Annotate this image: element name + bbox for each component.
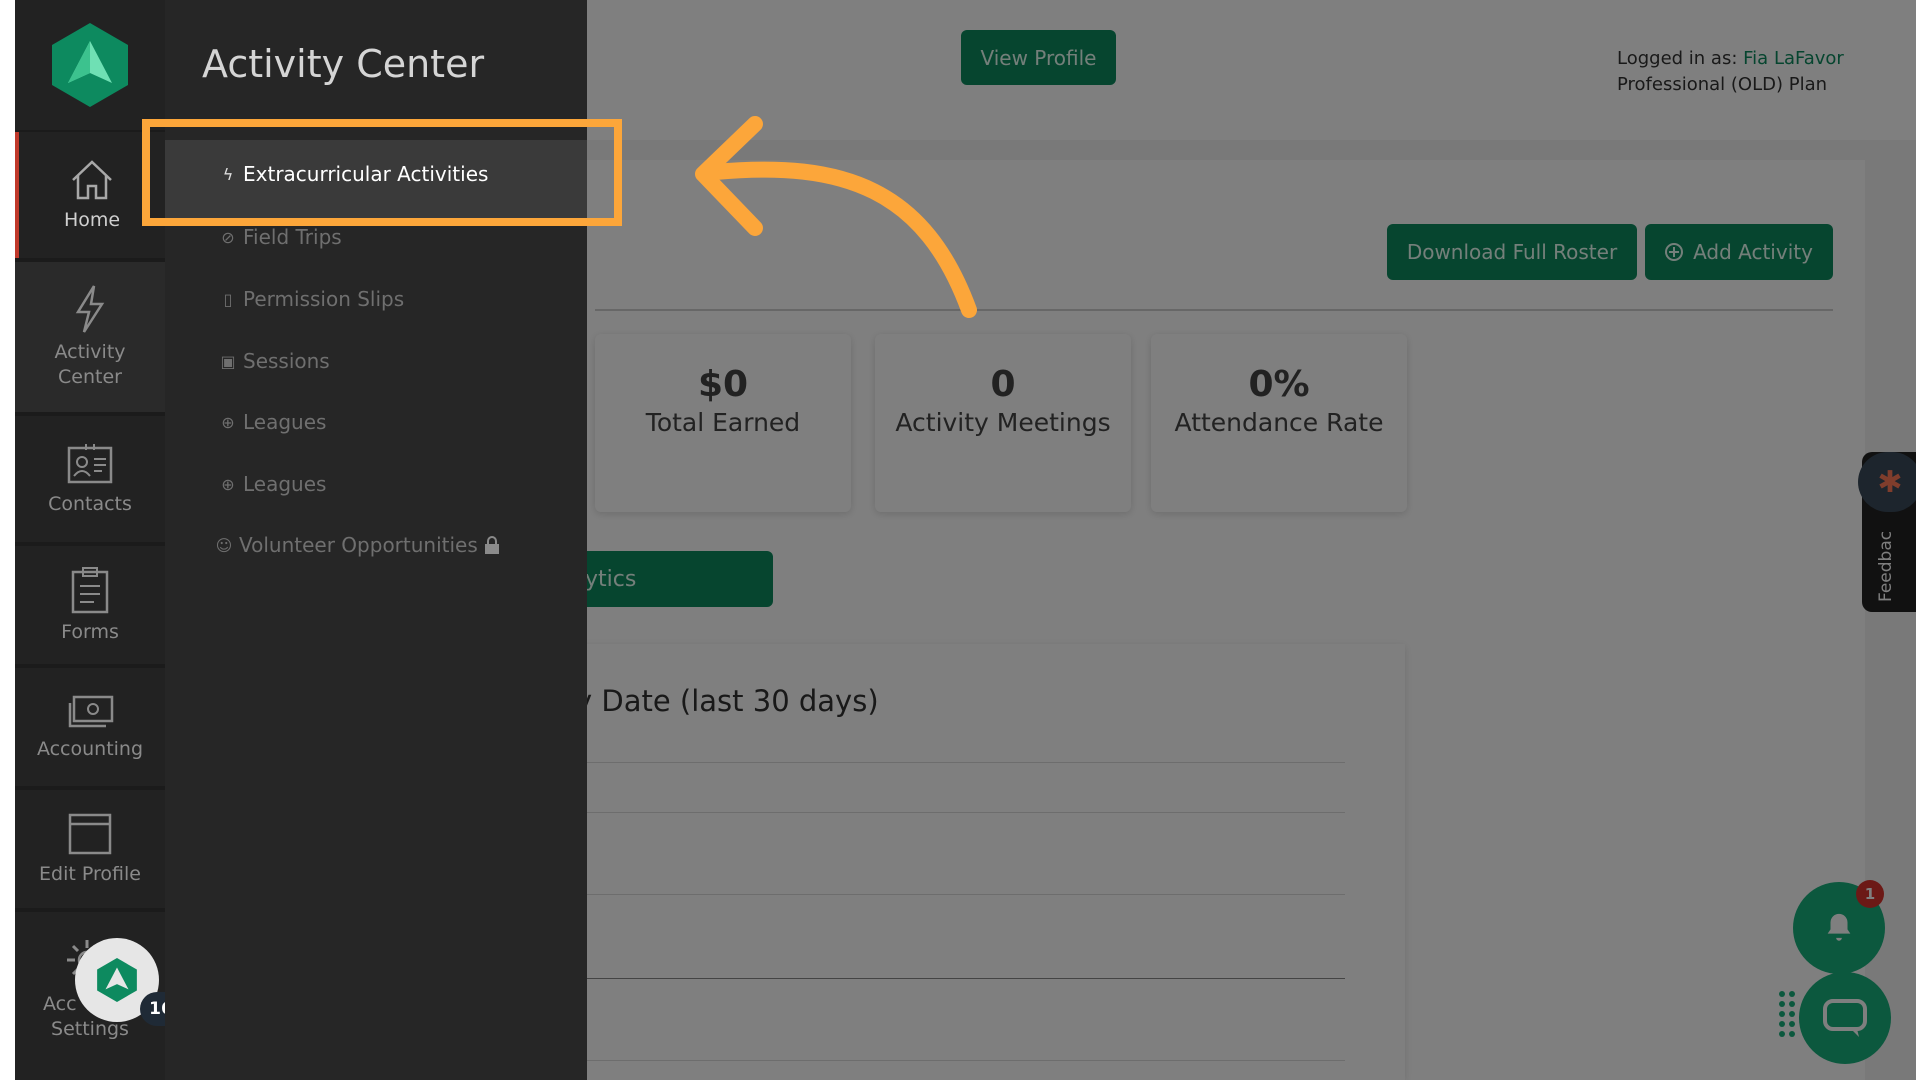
rail-item-forms[interactable]: Forms: [15, 546, 165, 664]
rail-item-label: Home: [63, 208, 121, 231]
home-icon: [72, 159, 112, 199]
money-icon: [68, 695, 114, 727]
rail-item-contacts[interactable]: Contacts: [15, 416, 165, 542]
clipboard-icon: [71, 566, 109, 613]
document-icon: ▯: [223, 289, 233, 309]
smile-icon: ☺: [215, 535, 233, 555]
flyout-item-sessions[interactable]: ▣ Sessions: [219, 349, 330, 373]
rail-item-activity-center[interactable]: Activity Center: [15, 262, 165, 412]
lock-icon: [484, 536, 499, 554]
rail-item-label-line1: Acc: [43, 993, 77, 1015]
highlight-box: [142, 119, 622, 226]
rail-item-accounting[interactable]: Accounting: [15, 668, 165, 786]
rail-item-label-line1: Activity: [54, 341, 126, 363]
flyout-item-label: Volunteer Opportunities: [239, 533, 478, 557]
rail-item-label: Accounting: [36, 737, 144, 760]
rail-item-label: Forms: [61, 620, 119, 643]
flyout-item-field-trips[interactable]: ⊘ Field Trips: [219, 225, 342, 249]
ball-icon: ⊕: [221, 474, 235, 494]
flyout-item-label: Leagues: [243, 472, 327, 496]
logo-icon: [52, 23, 128, 107]
logo-icon: [97, 958, 137, 1002]
flyout-item-permission-slips[interactable]: ▯ Permission Slips: [219, 287, 405, 311]
ball-icon: ⊕: [221, 412, 235, 432]
flyout-item-label: Permission Slips: [243, 287, 405, 311]
flyout-title: Activity Center: [202, 42, 485, 86]
calendar-icon: ▣: [220, 351, 236, 371]
flyout-item-label: Sessions: [243, 349, 330, 373]
logo[interactable]: [15, 0, 165, 130]
lightning-icon: [75, 285, 105, 333]
app-frame: View Profile Logged in as: Fia LaFavor P…: [15, 0, 1916, 1080]
flyout-item-volunteer-opportunities[interactable]: ☺ Volunteer Opportunities: [215, 533, 500, 557]
contact-card-icon: [67, 443, 113, 483]
flyout-item-label: Field Trips: [243, 225, 342, 249]
flyout-item-label: Leagues: [243, 410, 327, 434]
flyout-item-leagues[interactable]: ⊕ Leagues: [219, 472, 326, 496]
window-icon: [68, 813, 112, 854]
rail-item-label-line2: Center: [58, 366, 122, 388]
compass-icon: ⊘: [221, 227, 235, 247]
rail-item-label: Contacts: [48, 492, 132, 515]
rail-item-label: Edit Profile: [39, 862, 141, 885]
rail-item-edit-profile[interactable]: Edit Profile: [15, 790, 165, 908]
flyout-item-leagues[interactable]: ⊕ Leagues: [219, 410, 326, 434]
